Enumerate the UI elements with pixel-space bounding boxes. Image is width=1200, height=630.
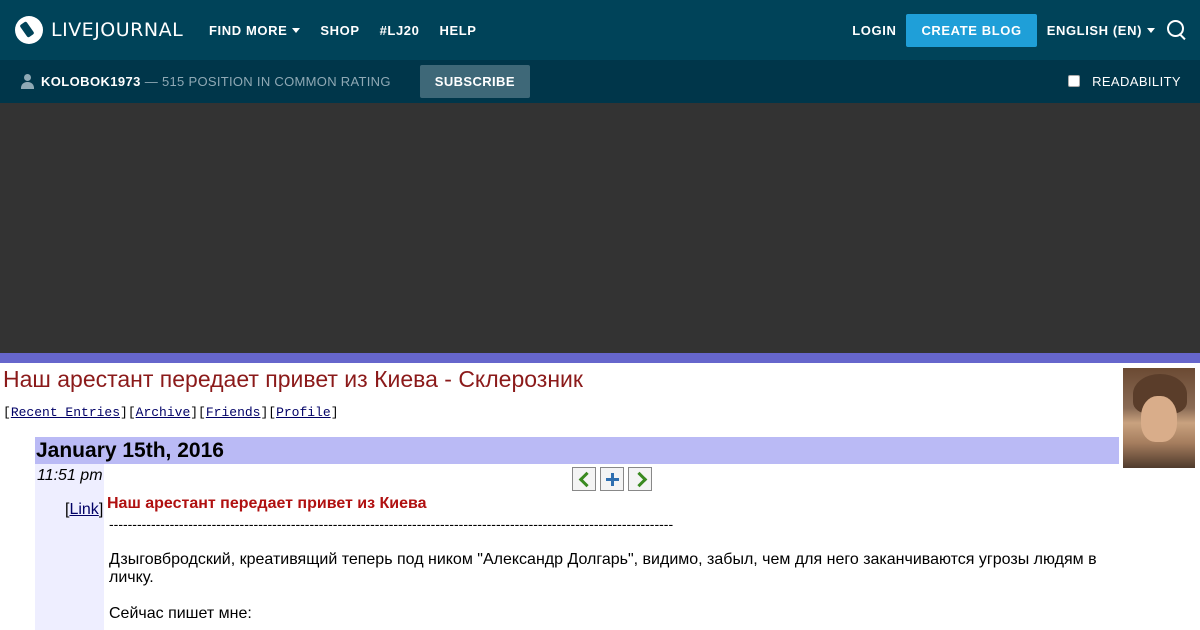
- journal-links: [Recent Entries][Archive][Friends][Profi…: [3, 405, 339, 420]
- top-navigation-bar: LIVEJOURNAL FIND MORE SHOP #LJ20 HELP LO…: [0, 0, 1200, 60]
- previous-entry-icon[interactable]: [572, 467, 596, 491]
- chevron-down-icon: [1147, 27, 1155, 33]
- recent-entries-link[interactable]: Recent Entries: [11, 405, 120, 420]
- language-selector[interactable]: ENGLISH (EN): [1047, 23, 1155, 38]
- login-link[interactable]: LOGIN: [852, 23, 896, 38]
- entry-subject: Наш арестант передает привет из Киева: [107, 495, 427, 512]
- subscribe-button[interactable]: SUBSCRIBE: [419, 65, 530, 98]
- logo-text: LIVEJOURNAL: [51, 19, 184, 41]
- nav-find-more[interactable]: FIND MORE: [209, 22, 301, 38]
- readability-label: READABILITY: [1092, 74, 1181, 89]
- journal-user-bar: KOLOBOK1973 — 515 POSITION IN COMMON RAT…: [0, 60, 1200, 103]
- create-blog-button[interactable]: CREATE BLOG: [906, 13, 1037, 47]
- entry-time: 11:51 pm: [37, 467, 103, 484]
- profile-link[interactable]: Profile: [276, 405, 331, 420]
- language-label: ENGLISH (EN): [1046, 22, 1142, 38]
- entry-link: [Link]: [65, 501, 104, 518]
- journal-username[interactable]: KOLOBOK1973: [41, 74, 141, 89]
- readability-checkbox[interactable]: [1068, 74, 1081, 87]
- avatar[interactable]: [1123, 368, 1195, 468]
- entry-paragraph: Дзыговбродский, креативящий теперь под н…: [109, 551, 1097, 586]
- account-nav: LOGIN CREATE BLOG ENGLISH (EN): [852, 0, 1200, 60]
- date-header: January 15th, 2016: [35, 437, 1119, 464]
- search-icon[interactable]: [1167, 20, 1187, 40]
- user-icon: [20, 74, 35, 89]
- livejournal-logo-icon: [15, 16, 43, 44]
- entry-paragraph: Сейчас пишет мне:: [109, 605, 252, 622]
- entry-permalink[interactable]: Link: [69, 501, 98, 518]
- rating-text[interactable]: — 515 POSITION IN COMMON RATING: [145, 74, 391, 89]
- chevron-down-icon: [292, 27, 301, 33]
- nav-shop[interactable]: SHOP: [320, 23, 359, 38]
- entry-separator: ----------------------------------------…: [109, 516, 674, 532]
- nav-help[interactable]: HELP: [439, 23, 476, 38]
- avatar-face: [1141, 396, 1177, 442]
- nav-find-more-label: FIND MORE: [209, 22, 288, 38]
- accent-strip: [0, 353, 1200, 363]
- friends-link[interactable]: Friends: [206, 405, 261, 420]
- entry-navigation: [572, 467, 656, 491]
- next-entry-icon[interactable]: [628, 467, 652, 491]
- ad-banner-area: [0, 103, 1200, 353]
- nav-lj20[interactable]: #LJ20: [380, 23, 420, 38]
- archive-link[interactable]: Archive: [136, 405, 191, 420]
- readability-toggle[interactable]: READABILITY: [1068, 60, 1181, 103]
- add-memory-icon[interactable]: [600, 467, 624, 491]
- livejournal-logo[interactable]: LIVEJOURNAL: [15, 15, 183, 45]
- journal-title: Наш арестант передает привет из Киева - …: [3, 366, 583, 392]
- entry-meta-column: [35, 464, 104, 630]
- main-nav: FIND MORE SHOP #LJ20 HELP: [209, 0, 497, 60]
